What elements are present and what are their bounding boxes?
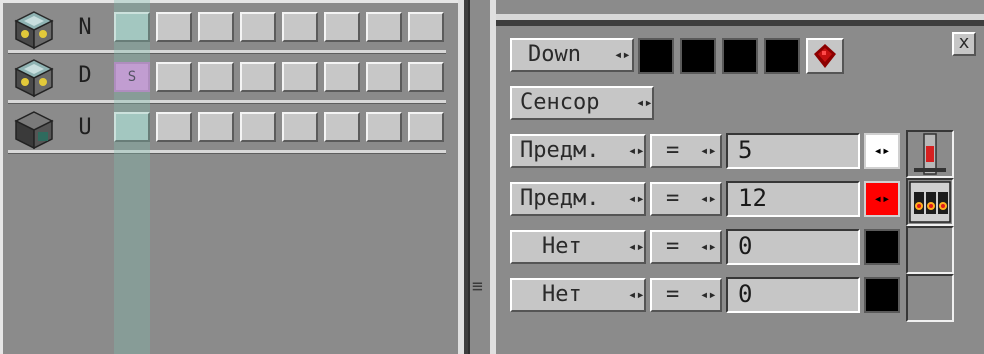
filter-slot[interactable] [408,62,444,92]
cycle-arrows-icon: ◂▸ [700,143,717,159]
row-divider [8,50,446,54]
filter-slot[interactable] [240,112,276,142]
operator-label: = [666,234,680,259]
filter-slot[interactable] [366,112,402,142]
operator-button[interactable]: = ◂▸ [650,278,722,312]
filter-slot[interactable] [198,62,234,92]
cycle-arrows-icon: ◂▸ [700,191,717,207]
sensor-label: Сенсор [520,90,600,115]
cycle-arrows-icon: ◂▸ [873,143,891,159]
color-toggle[interactable] [864,277,900,313]
filter-slot[interactable] [408,12,444,42]
operator-button[interactable]: = ◂▸ [650,134,722,168]
filter-slot[interactable] [324,112,360,142]
item-mode-label: Предм. [520,186,600,211]
item-mode-button[interactable]: Предм. ◂▸ [510,134,646,168]
item-mode-button[interactable]: Предм. ◂▸ [510,182,646,216]
operator-label: = [666,282,680,307]
emitter-item-icon [914,133,946,175]
operator-button[interactable]: = ◂▸ [650,182,722,216]
nuclear-block-icon [14,11,54,50]
filter-slot[interactable] [156,12,192,42]
item-slot[interactable] [906,178,954,226]
value-field[interactable]: 5 [726,133,860,169]
block-face-row-d [14,58,54,102]
close-button[interactable]: x [952,32,976,56]
filter-slot[interactable] [324,12,360,42]
color-toggle[interactable]: ◂▸ [864,133,900,169]
cycle-arrows-icon: ◂▸ [700,287,717,303]
direction-button[interactable]: Down ◂▸ [510,38,634,72]
row-divider [8,150,446,154]
direction-label: Down [528,42,581,67]
filter-slot[interactable] [198,112,234,142]
filter-slot[interactable] [156,62,192,92]
filter-slot[interactable] [366,62,402,92]
filter-slot[interactable] [198,12,234,42]
cycle-arrows-icon: ◂▸ [873,191,891,207]
operator-label: = [666,138,680,163]
cycle-arrows-icon: ◂▸ [700,239,717,255]
redstone-button[interactable] [806,38,844,74]
color-toggle[interactable] [864,229,900,265]
cycle-arrows-icon: ◂▸ [636,95,653,111]
reactor-item-icon [909,181,951,223]
color-toggle[interactable]: ◂▸ [864,181,900,217]
sensor-button[interactable]: Сенсор ◂▸ [510,86,654,120]
value-field[interactable]: 0 [726,277,860,313]
filter-slot[interactable] [282,62,318,92]
machine-block-icon [14,111,54,150]
cycle-arrows-icon: ◂▸ [628,143,645,159]
panel-border [0,0,3,354]
item-mode-label: Нет [542,234,582,259]
slot-row-u [114,112,444,142]
face-label-d: D [78,63,92,88]
row-divider [8,100,446,104]
signal-slot[interactable] [722,38,758,74]
close-icon: x [958,32,970,53]
block-face-row-u [14,110,54,154]
panel-divider [490,0,496,354]
item-mode-button[interactable]: Нет ◂▸ [510,278,646,312]
filter-slot[interactable] [282,112,318,142]
nuclear-block-icon [14,59,54,98]
face-config-panel: N D S U [0,0,458,354]
face-label-u: U [78,115,92,140]
slot-row-d: S [114,62,444,92]
cycle-arrows-icon: ◂▸ [628,239,645,255]
operator-button[interactable]: = ◂▸ [650,230,722,264]
filter-slot[interactable] [240,62,276,92]
cycle-arrows-icon: ◂▸ [628,191,645,207]
sensor-config-panel: x Down ◂▸ Сенсор ◂▸ Предм. ◂▸ = ◂▸ 5 ◂▸ … [500,26,984,354]
filter-slot[interactable] [240,12,276,42]
item-mode-label: Нет [542,282,582,307]
filter-slot[interactable] [156,112,192,142]
cycle-arrows-icon: ◂▸ [628,287,645,303]
operator-label: = [666,186,680,211]
filter-slot[interactable] [282,12,318,42]
cycle-arrows-icon: ◂▸ [614,47,631,63]
signal-slot[interactable] [764,38,800,74]
face-label-n: N [78,15,92,40]
scrollbar-track[interactable]: ≡ [468,0,490,354]
filter-slot[interactable] [366,12,402,42]
filter-slot[interactable] [324,62,360,92]
item-slot[interactable] [906,226,954,274]
scrollbar-grip[interactable]: ≡ [472,276,483,297]
item-mode-button[interactable]: Нет ◂▸ [510,230,646,264]
filter-slot[interactable] [408,112,444,142]
value-field[interactable]: 12 [726,181,860,217]
slot-row-n [114,12,444,42]
item-slot[interactable] [906,274,954,322]
column-highlight [114,0,150,354]
block-face-row-n [14,10,54,54]
item-slot[interactable] [906,130,954,178]
signal-slot[interactable] [638,38,674,74]
redstone-dust-icon [814,44,836,68]
signal-slot[interactable] [680,38,716,74]
panel-border [0,0,458,3]
value-field[interactable]: 0 [726,229,860,265]
item-mode-label: Предм. [520,138,600,163]
